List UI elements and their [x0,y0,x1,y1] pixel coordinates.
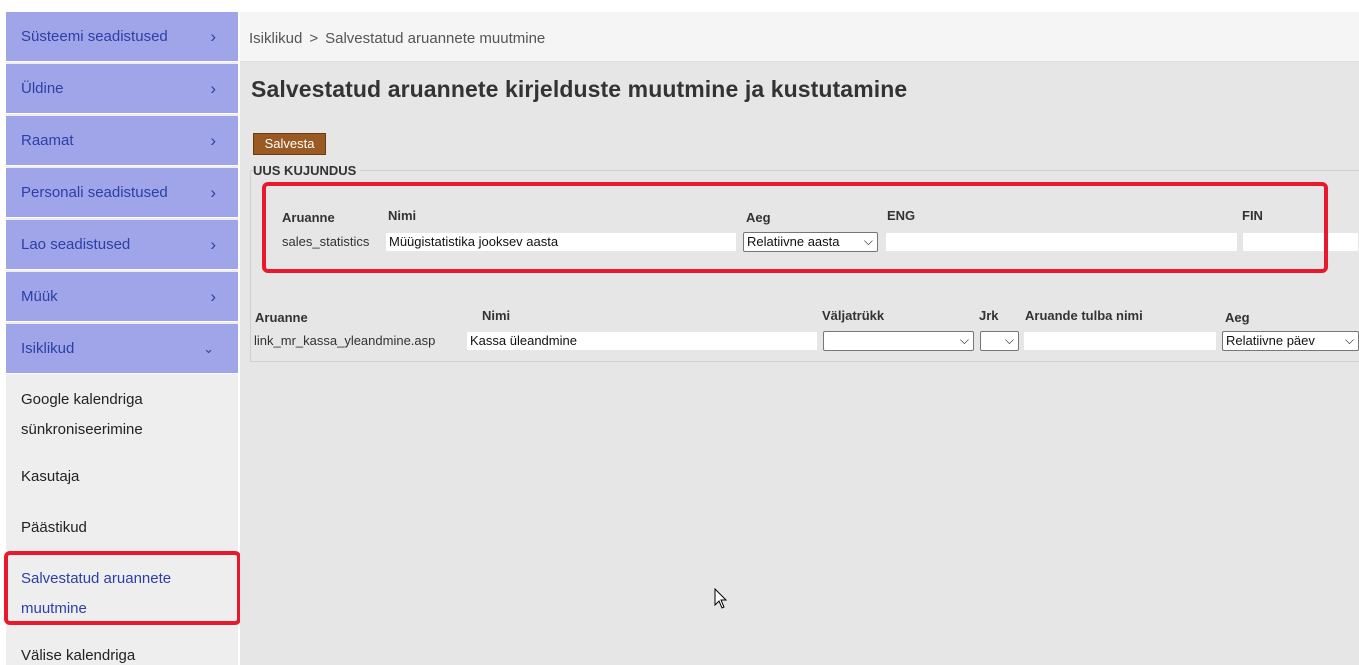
save-button[interactable]: Salvesta [253,133,326,155]
sidebar-subitem-external-calendar[interactable]: Välise kalendriga [6,641,238,665]
sidebar-subitem-google-calendar-sync[interactable]: Google kalendriga sünkroniseerimine [6,385,238,445]
sidebar-item-general[interactable]: Üldine › [6,64,238,114]
chevron-right-icon: › [210,27,216,46]
sidebar-item-label: Süsteemi seadistused [21,28,168,45]
breadcrumb-current: Salvestatud aruannete muutmine [325,30,546,47]
sidebar-item-label: Lao seadistused [21,236,131,253]
header-name: Nimi [482,308,511,323]
sidebar-item-label: Üldine [21,80,64,97]
sidebar-subitem-label: Kasutaja [21,468,80,485]
chevron-right-icon: › [210,287,216,306]
sidebar-item-label: Raamat [21,132,74,149]
new-layout-legend: UUS KUJUNDUS [253,163,361,178]
chevron-right-icon: › [210,79,216,98]
chevron-down-icon: ⌄ [203,341,214,356]
chevron-down-icon: ⌵ [1344,333,1354,347]
sidebar-subitem-label: Välise kalendriga [21,647,136,664]
sidebar-item-label: Isiklikud [21,340,75,357]
sidebar-item-ledger[interactable]: Raamat › [6,116,238,166]
sidebar-item-sales[interactable]: Müük › [6,272,238,322]
report-code: link_mr_kassa_yleandmine.asp [254,333,436,348]
page-title: Salvestatud aruannete kirjelduste muutmi… [251,76,908,102]
sidebar-subitem-user[interactable]: Kasutaja [6,462,238,492]
chevron-right-icon: › [210,183,216,202]
sidebar-subitem-label: sünkroniseerimine [21,421,143,438]
order-select[interactable]: ⌵ [980,331,1019,351]
sidebar-subitem-label: Google kalendriga [21,391,143,408]
sidebar-item-personal[interactable]: Isiklikud ⌄ [6,324,238,374]
header-column-name: Aruande tulba nimi [1025,308,1143,323]
breadcrumb-separator: > [309,30,319,47]
breadcrumb-parent-link[interactable]: Isiklikud [249,30,302,47]
chevron-right-icon: › [210,131,216,150]
chevron-down-icon: ⌵ [959,333,969,347]
header-order: Jrk [979,308,999,323]
header-report: Aruanne [255,310,308,325]
column-name-input[interactable] [1023,331,1217,351]
mouse-pointer-icon [714,588,728,609]
breadcrumb: Isiklikud > Salvestatud aruannete muutmine [240,12,1359,62]
highlight-new-layout [262,182,1328,273]
sidebar-item-system-settings[interactable]: Süsteemi seadistused › [6,12,238,62]
chevron-right-icon: › [210,235,216,254]
header-printout: Väljatrükk [822,308,885,323]
sidebar-item-warehouse-settings[interactable]: Lao seadistused › [6,220,238,270]
sidebar-item-label: Personali seadistused [21,184,168,201]
highlight-sidebar-active [4,551,241,625]
sidebar-subitem-label: Päästikud [21,519,87,536]
header-time: Aeg [1225,310,1250,325]
sidebar-subitem-triggers[interactable]: Päästikud [6,513,238,543]
sidebar-item-personnel-settings[interactable]: Personali seadistused › [6,168,238,218]
time-select-value: Relatiivne päev [1226,333,1315,348]
printout-select[interactable]: ⌵ [823,331,974,351]
report-name-input[interactable]: Kassa üleandmine [466,331,818,351]
sidebar-item-label: Müük [21,288,58,305]
chevron-down-icon: ⌵ [1004,333,1014,347]
time-select[interactable]: Relatiivne päev ⌵ [1222,331,1359,351]
